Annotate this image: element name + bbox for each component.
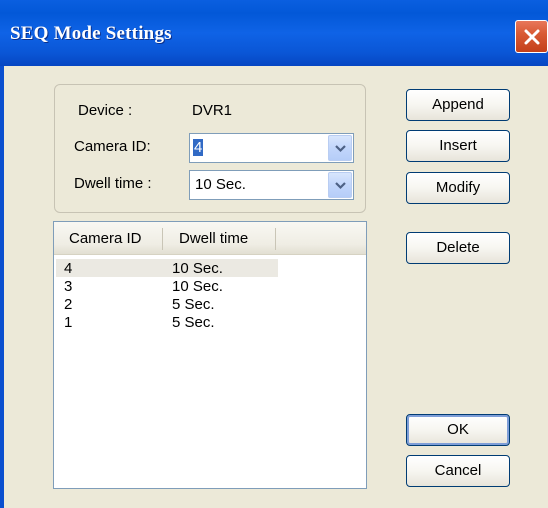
column-header-label: Camera ID (69, 230, 142, 247)
dwell-time-label: Dwell time : (74, 175, 152, 192)
cell-dwell-time: 5 Sec. (172, 314, 215, 331)
cancel-button[interactable]: Cancel (406, 455, 510, 487)
cell-camera-id: 1 (64, 314, 73, 331)
cell-dwell-time: 5 Sec. (172, 296, 215, 313)
cell-dwell-time: 10 Sec. (172, 260, 223, 277)
device-value: DVR1 (192, 102, 233, 119)
device-label: Device : (78, 102, 133, 119)
cell-camera-id: 4 (64, 260, 73, 277)
title-bar[interactable]: SEQ Mode Settings (0, 0, 548, 66)
delete-button[interactable]: Delete (406, 232, 510, 264)
sequence-list[interactable]: Camera ID Dwell time 4 10 Sec. 3 10 Sec.… (53, 221, 367, 489)
ok-button[interactable]: OK (406, 414, 510, 446)
list-item[interactable]: 1 5 Sec. (56, 313, 278, 331)
insert-button[interactable]: Insert (406, 130, 510, 162)
dwell-time-combobox[interactable]: 10 Sec. (189, 170, 354, 200)
list-header: Camera ID Dwell time (54, 222, 366, 255)
close-icon (524, 29, 540, 45)
modify-button[interactable]: Modify (406, 172, 510, 204)
list-item[interactable]: 3 10 Sec. (56, 277, 278, 295)
append-button[interactable]: Append (406, 89, 510, 121)
column-header-dwell-time[interactable]: Dwell time (163, 222, 275, 254)
camera-id-label: Camera ID: (74, 138, 151, 155)
column-divider[interactable] (275, 228, 276, 250)
list-item[interactable]: 2 5 Sec. (56, 295, 278, 313)
dwell-time-dropdown-button[interactable] (328, 172, 352, 198)
column-header-camera-id[interactable]: Camera ID (54, 222, 162, 254)
chevron-down-icon (335, 145, 346, 153)
cell-dwell-time: 10 Sec. (172, 278, 223, 295)
dwell-time-selected-value: 10 Sec. (195, 176, 246, 193)
column-header-label: Dwell time (179, 230, 249, 247)
close-button[interactable] (515, 20, 548, 53)
camera-id-combobox[interactable]: 4 (189, 133, 354, 163)
camera-id-dropdown-button[interactable] (328, 135, 352, 161)
window-title: SEQ Mode Settings (10, 23, 172, 44)
chevron-down-icon (335, 182, 346, 190)
camera-id-selected-value: 4 (193, 139, 204, 156)
cell-camera-id: 2 (64, 296, 73, 313)
list-item[interactable]: 4 10 Sec. (56, 259, 278, 277)
cell-camera-id: 3 (64, 278, 73, 295)
